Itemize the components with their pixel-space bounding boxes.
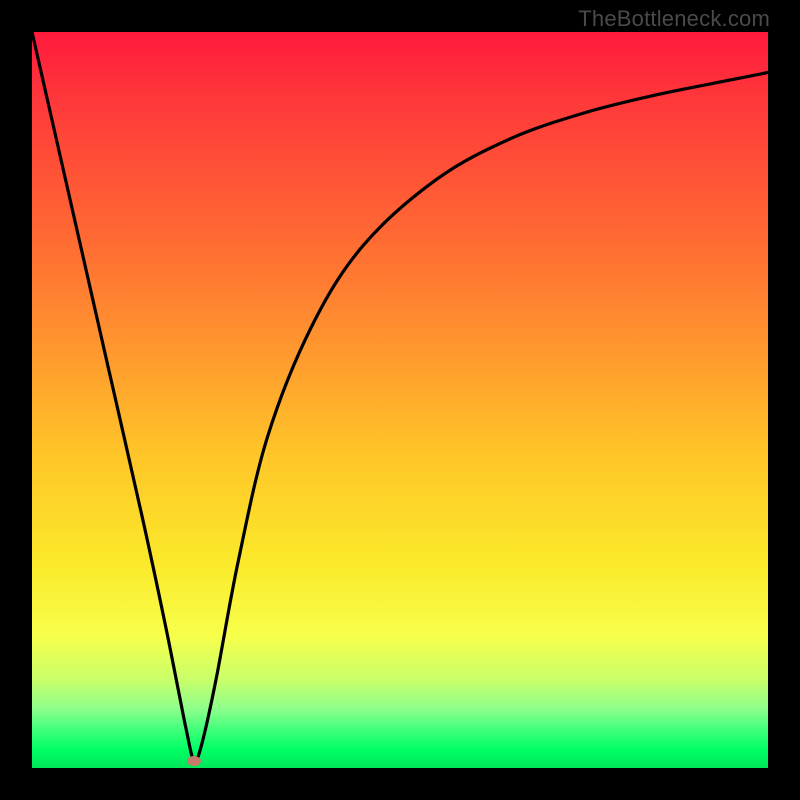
curve-path <box>32 32 768 761</box>
watermark-text: TheBottleneck.com <box>578 6 770 32</box>
marker-dot <box>187 756 201 766</box>
curve-svg <box>32 32 768 768</box>
chart-frame: TheBottleneck.com <box>0 0 800 800</box>
plot-area <box>32 32 768 768</box>
